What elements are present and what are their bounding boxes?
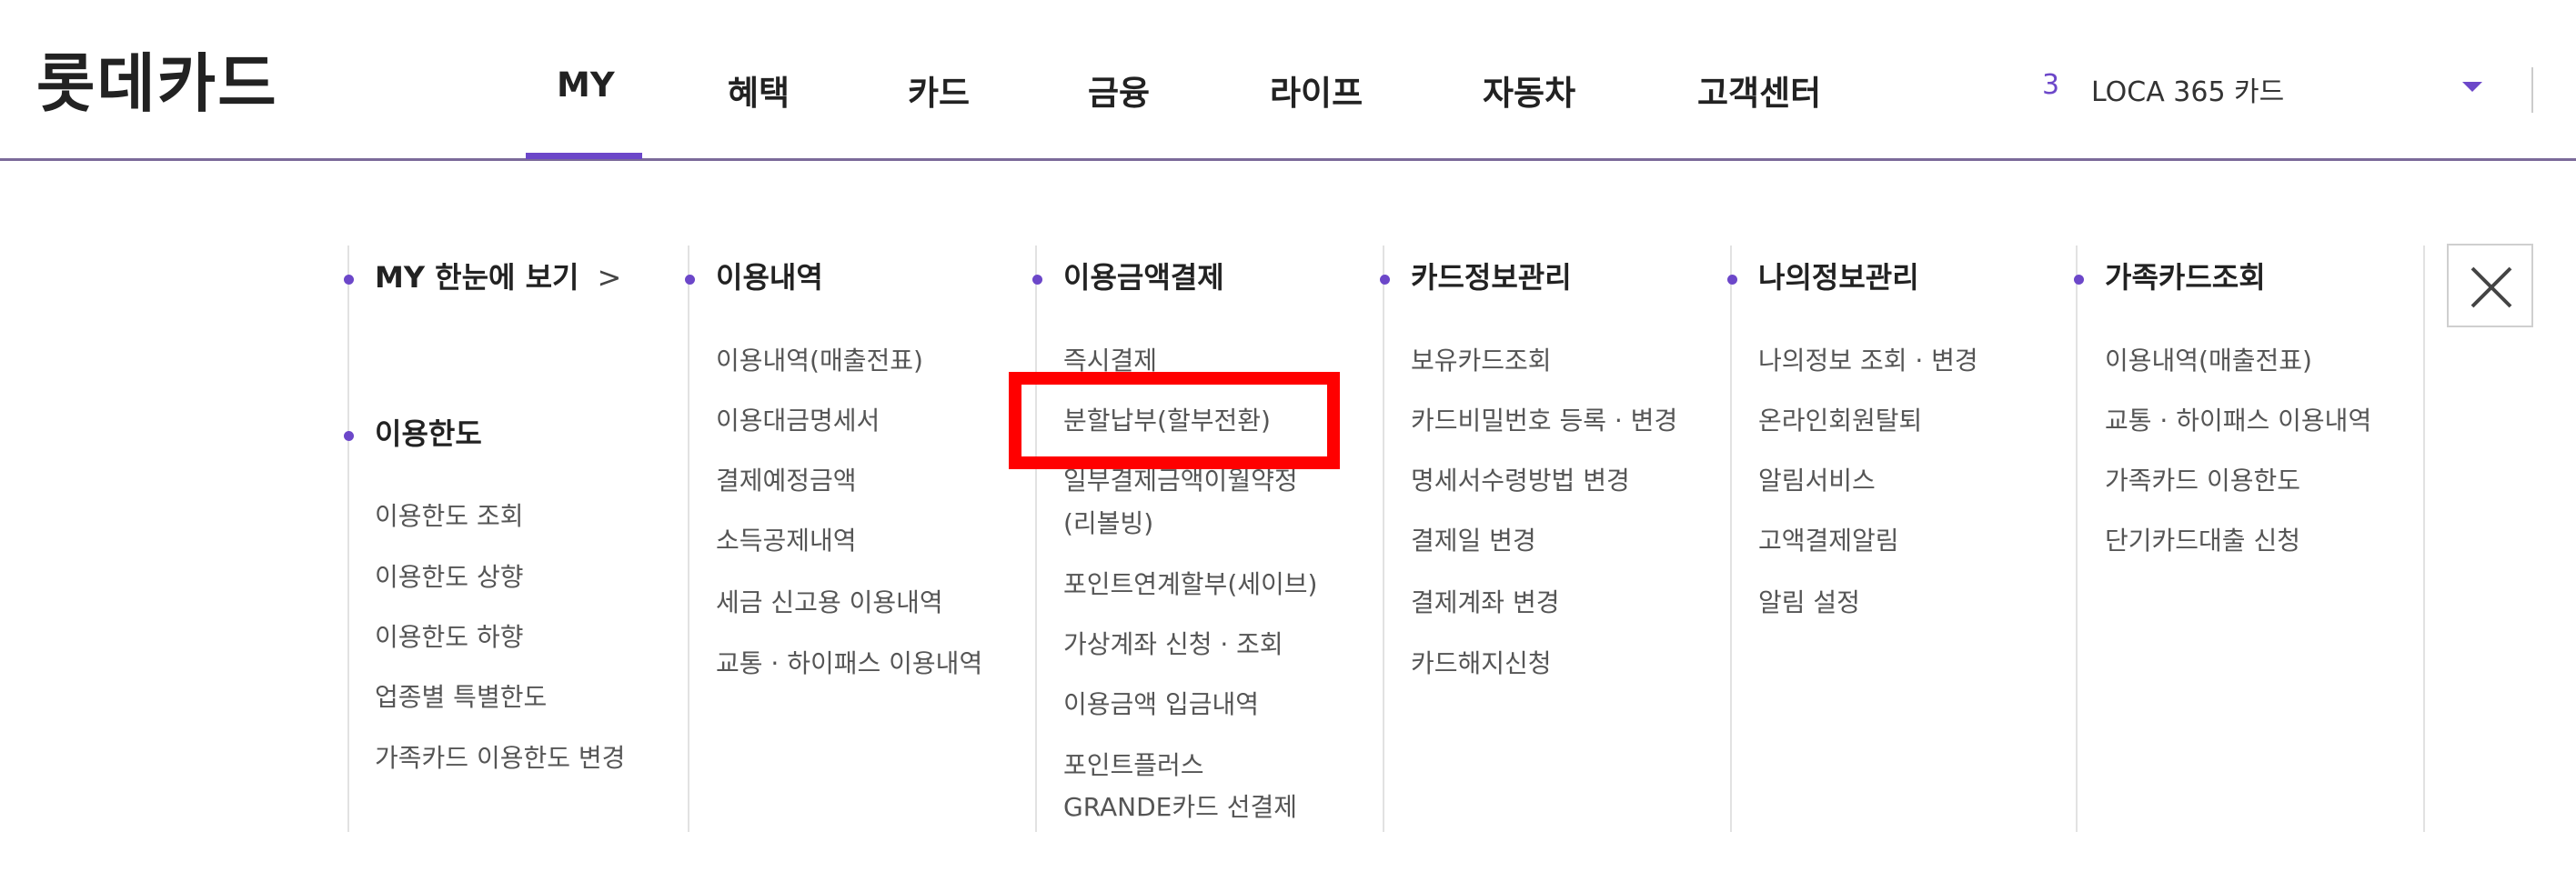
close-icon (2470, 266, 2512, 308)
menu-payment[interactable]: 이용금액결제 (1032, 255, 1224, 296)
menu-item[interactable]: 교통 · 하이패스 이용내역 (716, 646, 982, 681)
menu-item[interactable]: 알림 설정 (1758, 586, 1860, 620)
menu-item[interactable]: 이용대금명세서 (716, 404, 880, 438)
menu-item[interactable]: (리볼빙) (1063, 506, 1153, 541)
menu-title: 카드정보관리 (1411, 260, 1572, 295)
gnb-card[interactable]: 카드 (908, 65, 970, 115)
divider (2531, 67, 2533, 113)
menu-item[interactable]: 단기카드대출 신청 (2105, 524, 2300, 558)
menu-item[interactable]: 가족카드 이용한도 변경 (375, 741, 625, 776)
gnb-benefits[interactable]: 혜택 (728, 65, 790, 115)
menu-item[interactable]: 이용한도 하향 (375, 620, 523, 655)
menu-card-info[interactable]: 카드정보관리 (1380, 255, 1572, 296)
menu-title: 가족카드조회 (2105, 260, 2266, 295)
menu-item[interactable]: 결제계좌 변경 (1411, 586, 1559, 620)
bullet-dot (2074, 275, 2084, 285)
menu-item[interactable]: 명세서수령방법 변경 (1411, 464, 1630, 498)
menu-family-card[interactable]: 가족카드조회 (2074, 255, 2266, 296)
menu-item[interactable]: 카드해지신청 (1411, 646, 1552, 681)
menu-item-installment-conversion[interactable]: 분할납부(할부전환) (1063, 404, 1271, 438)
menu-item[interactable]: 교통 · 하이패스 이용내역 (2105, 404, 2371, 438)
menu-item[interactable]: 이용내역(매출전표) (2105, 344, 2312, 378)
menu-limit[interactable]: 이용한도 (344, 411, 482, 453)
menu-title: MY 한눈에 보기 (375, 260, 579, 295)
menu-item[interactable]: 포인트연계할부(세이브) (1063, 567, 1317, 602)
header: 롯데카드 MY 혜택 카드 금융 라이프 자동차 고객센터 3 LOCA 365… (0, 0, 2576, 161)
selected-card: LOCA 365 카드 (2091, 76, 2285, 108)
divider (688, 246, 689, 832)
gnb-car[interactable]: 자동차 (1483, 65, 1575, 115)
menu-item[interactable]: 이용내역(매출전표) (716, 344, 923, 378)
bullet-dot (1380, 275, 1390, 285)
menu-item[interactable]: 세금 신고용 이용내역 (716, 586, 943, 620)
menu-item[interactable]: 업종별 특별한도 (375, 680, 547, 715)
menu-usage-history[interactable]: 이용내역 (685, 255, 823, 296)
menu-item[interactable]: 나의정보 조회 · 변경 (1758, 344, 1978, 378)
menu-item[interactable]: 결제일 변경 (1411, 524, 1536, 558)
menu-item[interactable]: 이용한도 조회 (375, 499, 523, 534)
menu-item[interactable]: 보유카드조회 (1411, 344, 1552, 378)
menu-item[interactable]: 이용한도 상향 (375, 560, 523, 595)
divider (2076, 246, 2078, 832)
menu-item[interactable]: 이용금액 입금내역 (1063, 687, 1259, 722)
menu-my-overview[interactable]: MY 한눈에 보기 > (344, 255, 622, 296)
menu-item[interactable]: 온라인회원탈퇴 (1758, 404, 1922, 438)
menu-item[interactable]: GRANDE카드 선결제 (1063, 790, 1297, 825)
bullet-dot (1032, 275, 1042, 285)
menu-item[interactable]: 소득공제내역 (716, 524, 857, 558)
menu-title: 나의정보관리 (1758, 260, 1919, 295)
bullet-dot (685, 275, 695, 285)
active-tab-indicator (526, 153, 642, 159)
menu-my-info[interactable]: 나의정보관리 (1727, 255, 1919, 296)
caret-down-icon[interactable] (2462, 82, 2482, 92)
bullet-dot (344, 275, 354, 285)
menu-item[interactable]: 가족카드 이용한도 (2105, 464, 2300, 498)
gnb-life[interactable]: 라이프 (1270, 65, 1363, 115)
menu-item[interactable]: 결제예정금액 (716, 464, 857, 498)
divider (347, 246, 349, 832)
divider (1383, 246, 1384, 832)
menu-item[interactable]: 포인트플러스 (1063, 748, 1204, 783)
menu-item[interactable]: 고액결제알림 (1758, 524, 1899, 558)
divider (1035, 246, 1037, 832)
menu-title: 이용금액결제 (1063, 260, 1224, 295)
menu-item[interactable]: 카드비밀번호 등록 · 변경 (1411, 404, 1677, 438)
gnb-finance[interactable]: 금융 (1088, 65, 1150, 115)
divider (1730, 246, 1732, 832)
chevron-right-icon: > (597, 260, 622, 295)
card-count: 3 (2042, 69, 2060, 101)
gnb-customer-center[interactable]: 고객센터 (1697, 65, 1821, 115)
menu-item[interactable]: 알림서비스 (1758, 464, 1876, 498)
menu-title: 이용한도 (375, 416, 482, 451)
menu-item[interactable]: 일부결제금액이월약정 (1063, 464, 1298, 498)
menu-item[interactable]: 즉시결제 (1063, 344, 1157, 378)
menu-item[interactable]: 가상계좌 신청 · 조회 (1063, 627, 1283, 662)
bullet-dot (1727, 275, 1737, 285)
divider (2423, 246, 2425, 832)
bullet-dot (344, 431, 354, 441)
menu-title: 이용내역 (716, 260, 823, 295)
logo[interactable]: 롯데카드 (36, 33, 278, 125)
close-button[interactable] (2447, 244, 2533, 327)
gnb-my[interactable]: MY (557, 65, 615, 105)
